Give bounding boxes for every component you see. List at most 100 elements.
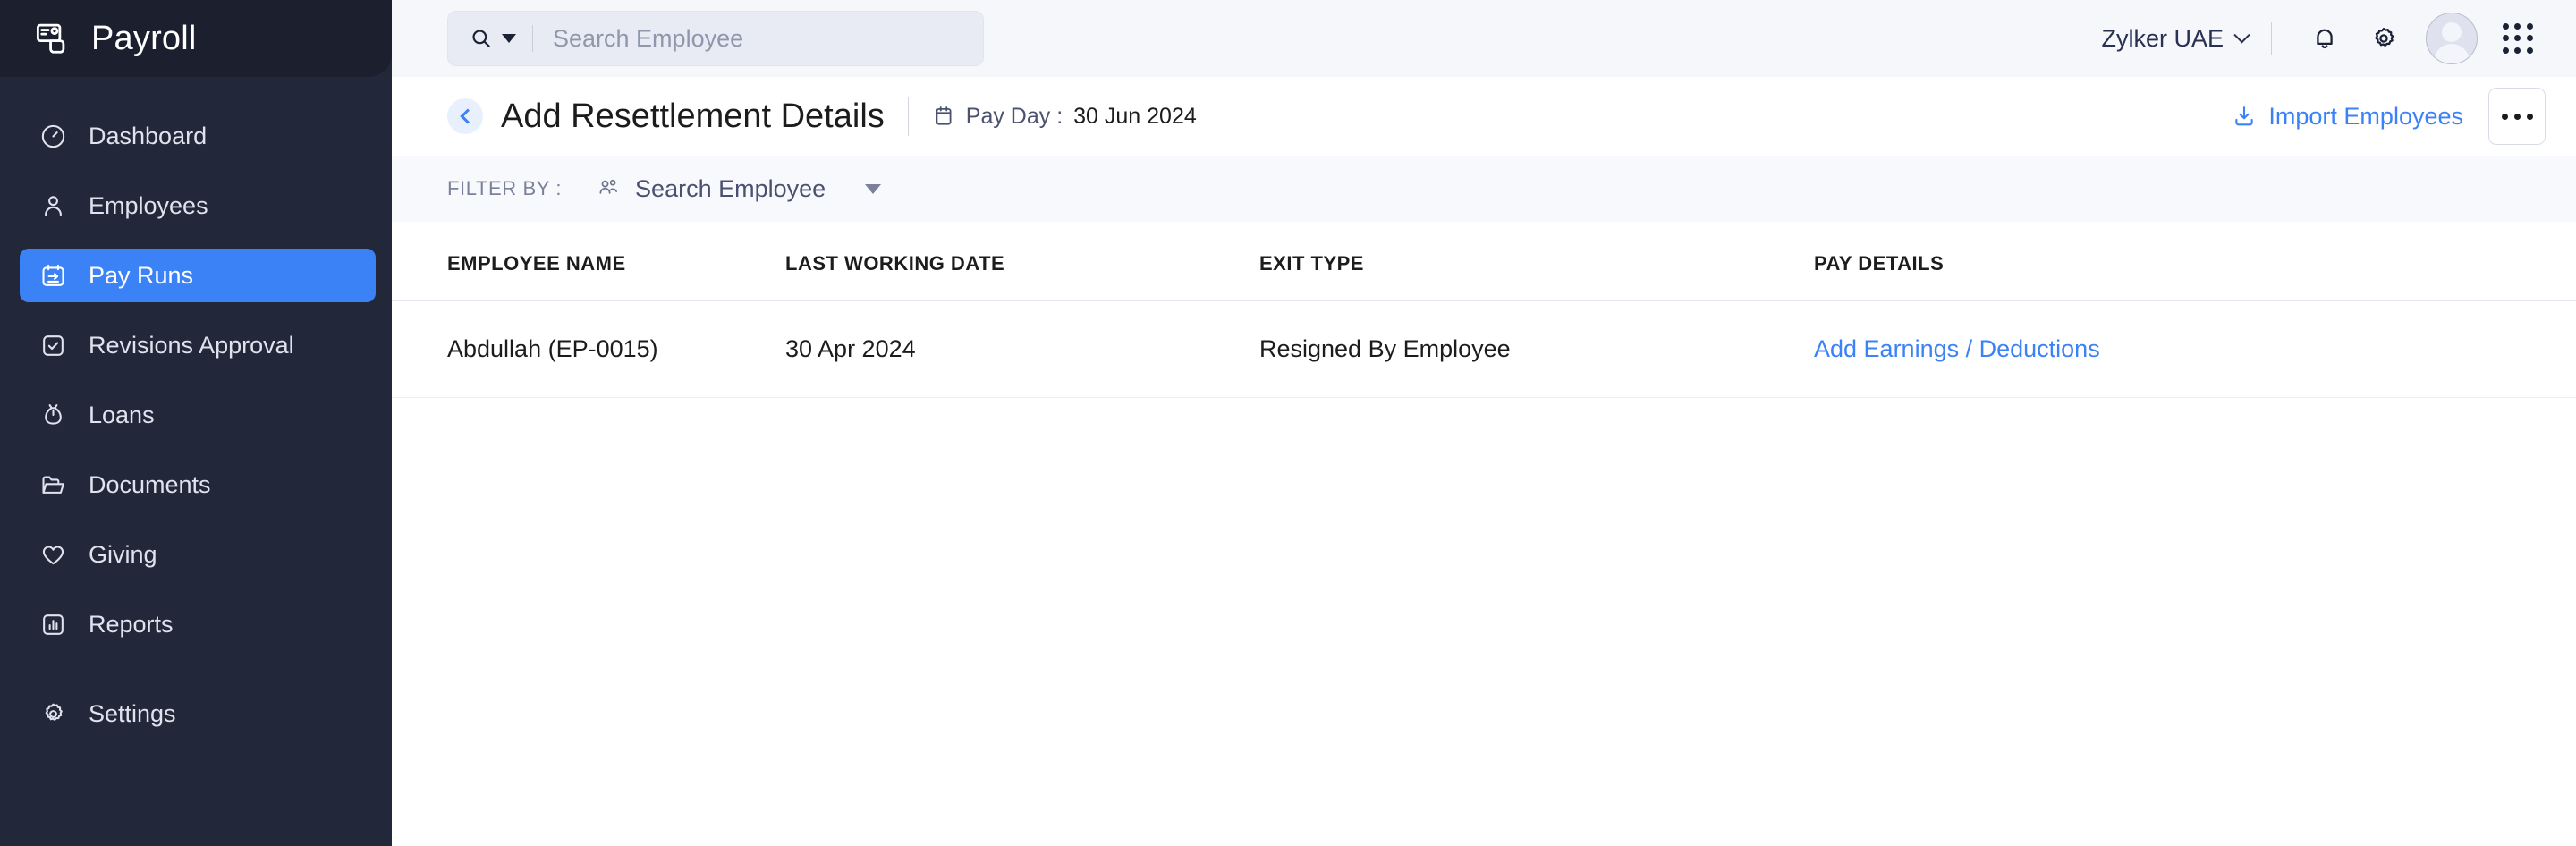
cell-last-working-date: 30 Apr 2024 [785, 301, 1259, 398]
brand-name: Payroll [91, 20, 197, 58]
global-search[interactable] [447, 11, 984, 66]
column-header-employee-name: EMPLOYEE NAME [392, 222, 785, 301]
sidebar-item-revisions-approval[interactable]: Revisions Approval [20, 318, 376, 372]
heart-icon [39, 541, 67, 569]
people-icon [596, 176, 621, 201]
pay-day-value: 30 Jun 2024 [1073, 104, 1197, 130]
bell-icon [2310, 24, 2339, 53]
gear-icon [39, 700, 67, 728]
sidebar-item-dashboard[interactable]: Dashboard [20, 109, 376, 163]
sidebar-item-loans[interactable]: Loans [20, 388, 376, 442]
avatar-head [2442, 22, 2462, 42]
top-bar-actions: Zylker UAE [2101, 0, 2546, 77]
dot [2514, 35, 2521, 41]
sidebar: Payroll Dashboard Employees [0, 0, 392, 846]
gauge-icon [39, 123, 67, 150]
sidebar-item-label: Documents [89, 471, 211, 499]
page-title: Add Resettlement Details [501, 97, 885, 136]
org-switcher[interactable]: Zylker UAE [2101, 25, 2271, 53]
column-header-pay-details: PAY DETAILS [1814, 222, 2576, 301]
avatar-body [2434, 44, 2470, 64]
resettlement-table-container: EMPLOYEE NAME LAST WORKING DATE EXIT TYP… [392, 222, 2576, 846]
top-bar: Zylker UAE [392, 0, 2576, 77]
sidebar-item-label: Dashboard [89, 123, 207, 150]
dot [2527, 47, 2533, 54]
table-header-row: EMPLOYEE NAME LAST WORKING DATE EXIT TYP… [392, 222, 2576, 301]
search-icon [470, 27, 493, 50]
sidebar-item-documents[interactable]: Documents [20, 458, 376, 512]
checkbox-icon [39, 332, 67, 360]
ellipsis-dot [2502, 114, 2508, 120]
table-row[interactable]: Abdullah (EP-0015) 30 Apr 2024 Resigned … [392, 301, 2576, 398]
sidebar-item-label: Revisions Approval [89, 332, 294, 360]
dot [2514, 23, 2521, 30]
chevron-left-icon [460, 109, 475, 124]
filter-value: Search Employee [635, 175, 826, 203]
column-header-last-working-date: LAST WORKING DATE [785, 222, 1259, 301]
caret-down-icon [502, 34, 516, 43]
bar-chart-icon [39, 611, 67, 639]
back-button[interactable] [447, 98, 483, 134]
sidebar-item-reports[interactable]: Reports [20, 597, 376, 651]
search-scope-selector[interactable] [470, 27, 516, 50]
dot [2503, 23, 2509, 30]
dot [2527, 23, 2533, 30]
sidebar-item-label: Giving [89, 541, 157, 569]
add-earnings-deductions-link[interactable]: Add Earnings / Deductions [1814, 335, 2100, 362]
folder-icon [39, 471, 67, 499]
sidebar-item-label: Settings [89, 700, 176, 728]
header-divider [908, 97, 909, 136]
avatar[interactable] [2426, 13, 2478, 64]
topbar-divider [2271, 22, 2272, 55]
cell-employee-name: Abdullah (EP-0015) [392, 301, 785, 398]
user-icon [39, 192, 67, 220]
import-employees-button[interactable]: Import Employees [2232, 103, 2463, 131]
calendar-arrow-icon [39, 262, 67, 290]
dot [2503, 35, 2509, 41]
sidebar-item-label: Pay Runs [89, 262, 193, 290]
money-bag-icon [39, 402, 67, 429]
sidebar-item-settings[interactable]: Settings [20, 687, 376, 740]
filter-employee-select[interactable]: Search Employee [596, 175, 881, 203]
pay-day-label: Pay Day : [966, 104, 1063, 130]
sidebar-nav: Dashboard Employees [0, 77, 392, 740]
column-header-exit-type: EXIT TYPE [1259, 222, 1814, 301]
download-icon [2232, 104, 2257, 129]
ellipsis-dot [2527, 114, 2533, 120]
more-options-button[interactable] [2488, 88, 2546, 145]
sidebar-item-label: Loans [89, 402, 155, 429]
caret-down-icon [865, 184, 881, 194]
payroll-card-icon [34, 20, 72, 57]
gear-icon [2369, 24, 2398, 53]
main-area: Zylker UAE [392, 0, 2576, 846]
grid-apps-icon[interactable] [2490, 11, 2546, 66]
brand-header[interactable]: Payroll [0, 0, 392, 77]
search-input[interactable] [553, 25, 928, 53]
sidebar-item-label: Reports [89, 611, 174, 639]
org-name: Zylker UAE [2101, 25, 2224, 53]
settings-button[interactable] [2354, 9, 2413, 68]
dot [2514, 47, 2521, 54]
notifications-button[interactable] [2295, 9, 2354, 68]
header-actions: Import Employees [2232, 88, 2546, 145]
import-employees-label: Import Employees [2268, 103, 2463, 131]
chevron-down-icon [2233, 27, 2250, 43]
table-body: Abdullah (EP-0015) 30 Apr 2024 Resigned … [392, 301, 2576, 398]
sidebar-item-employees[interactable]: Employees [20, 179, 376, 233]
dot [2527, 35, 2533, 41]
sidebar-item-giving[interactable]: Giving [20, 528, 376, 581]
resettlement-table: EMPLOYEE NAME LAST WORKING DATE EXIT TYP… [392, 222, 2576, 398]
sidebar-item-pay-runs[interactable]: Pay Runs [20, 249, 376, 302]
app-root: Payroll Dashboard Employees [0, 0, 2576, 846]
page-header: Add Resettlement Details Pay Day : 30 Ju… [392, 77, 2576, 156]
ellipsis-dot [2514, 114, 2521, 120]
filter-bar: FILTER BY : Search Employee [392, 156, 2576, 222]
cell-pay-details: Add Earnings / Deductions [1814, 301, 2576, 398]
filter-by-label: FILTER BY : [447, 177, 562, 200]
dot [2503, 47, 2509, 54]
sidebar-item-label: Employees [89, 192, 208, 220]
calendar-icon [932, 105, 955, 128]
table-head: EMPLOYEE NAME LAST WORKING DATE EXIT TYP… [392, 222, 2576, 301]
pay-day-info: Pay Day : 30 Jun 2024 [932, 104, 1197, 130]
cell-exit-type: Resigned By Employee [1259, 301, 1814, 398]
